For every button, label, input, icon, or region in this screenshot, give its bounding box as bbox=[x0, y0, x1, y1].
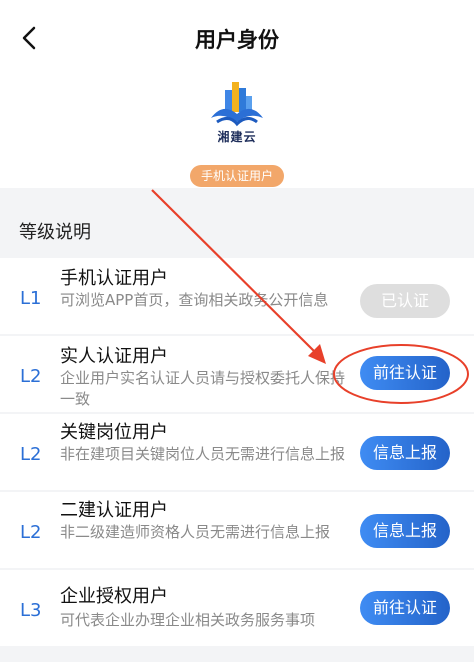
level-name: 企业授权用户 bbox=[60, 586, 168, 607]
level-description: 可代表企业办理企业相关政务服务事项 bbox=[60, 611, 316, 629]
header-section: 用户身份 湘建云 手机认证用户 bbox=[0, 0, 474, 188]
section-title: 等级说明 bbox=[19, 222, 91, 243]
level-name: 二建认证用户 bbox=[60, 500, 168, 521]
logo-icon bbox=[211, 82, 263, 127]
level-code: L2 bbox=[20, 366, 42, 387]
level-description: 可浏览APP首页，查询相关政务公开信息 bbox=[60, 291, 329, 309]
info-report-button[interactable]: 信息上报 bbox=[360, 514, 450, 548]
list-item: L2 关键岗位用户 非在建项目关键岗位人员无需进行信息上报 信息上报 bbox=[0, 414, 474, 490]
list-item: L2 实人认证用户 企业用户实名认证人员请与授权委托人保持一致 前往认证 bbox=[0, 336, 474, 412]
level-description: 非在建项目关键岗位人员无需进行信息上报 bbox=[60, 445, 346, 463]
list-item: L3 企业授权用户 可代表企业办理企业相关政务服务事项 前往认证 bbox=[0, 570, 474, 646]
page-title: 用户身份 bbox=[195, 28, 279, 52]
logo-text: 湘建云 bbox=[217, 130, 257, 144]
list-item: L1 手机认证用户 可浏览APP首页，查询相关政务公开信息 已认证 bbox=[0, 258, 474, 334]
level-code: L1 bbox=[20, 288, 42, 309]
level-description: 企业用户实名认证人员请与授权委托人保持一致 bbox=[60, 369, 346, 408]
app-logo: 湘建云 bbox=[199, 78, 275, 150]
verified-button: 已认证 bbox=[360, 284, 450, 318]
list-item: L2 二建认证用户 非二级建造师资格人员无需进行信息上报 信息上报 bbox=[0, 492, 474, 568]
level-name: 关键岗位用户 bbox=[60, 422, 168, 443]
info-report-button[interactable]: 信息上报 bbox=[360, 436, 450, 470]
go-verify-button[interactable]: 前往认证 bbox=[360, 591, 450, 625]
level-code: L2 bbox=[20, 522, 42, 543]
level-name: 手机认证用户 bbox=[60, 268, 168, 289]
level-code: L3 bbox=[20, 600, 42, 621]
current-level-badge: 手机认证用户 bbox=[190, 165, 284, 187]
level-code: L2 bbox=[20, 444, 42, 465]
level-name: 实人认证用户 bbox=[60, 346, 168, 367]
go-verify-button[interactable]: 前往认证 bbox=[360, 356, 450, 390]
level-description: 非二级建造师资格人员无需进行信息上报 bbox=[60, 523, 331, 541]
